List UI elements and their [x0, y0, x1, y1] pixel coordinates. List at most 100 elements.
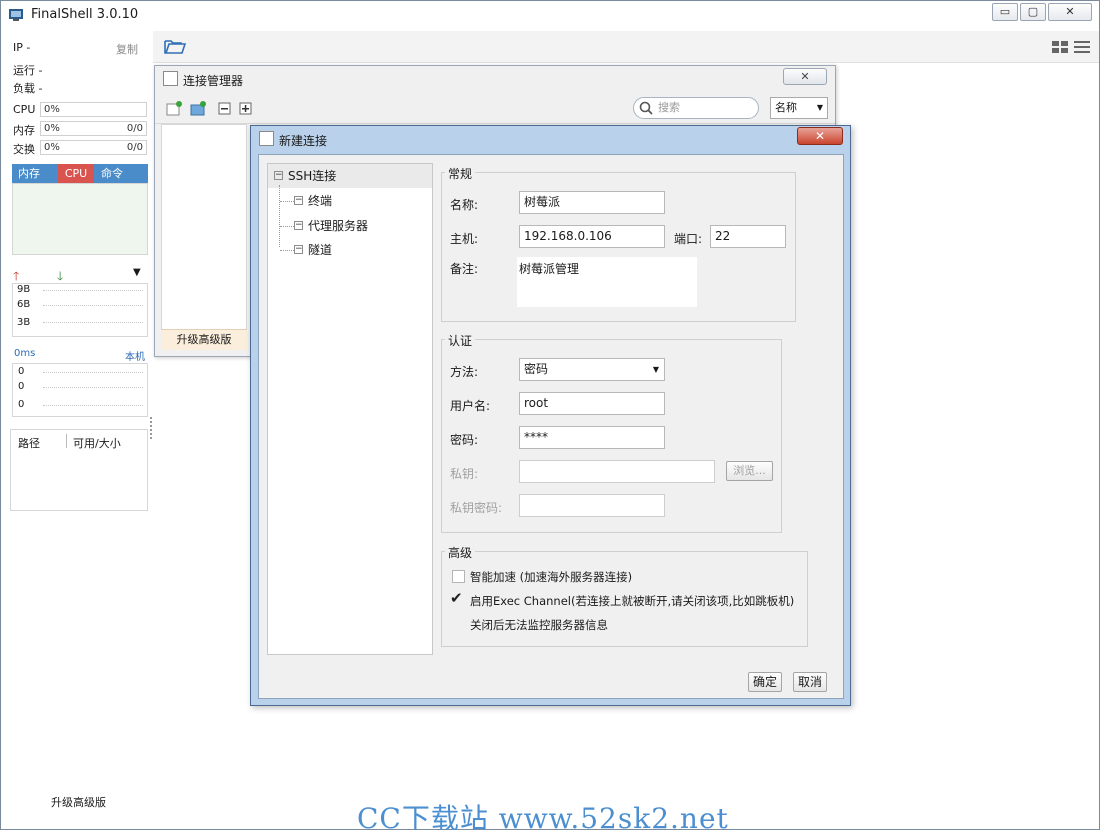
host-label[interactable]: 本机 — [125, 348, 145, 363]
method-value: 密码 — [524, 362, 549, 376]
latency-label: 0ms — [14, 348, 36, 359]
tab-cpu[interactable]: CPU — [58, 164, 94, 183]
host-field[interactable]: 192.168.0.106 — [519, 225, 665, 248]
exec-channel-note: 关闭后无法监控服务器信息 — [470, 618, 608, 632]
mem-value: 0% — [44, 123, 60, 134]
private-key-field[interactable] — [519, 460, 715, 483]
host-label: 主机: — [450, 232, 479, 246]
dialog-close-button[interactable]: ✕ — [797, 127, 843, 145]
title-bar: FinalShell 3.0.10 ▭ ▢ ✕ — [1, 1, 1099, 29]
connection-manager-close-button[interactable]: ✕ — [783, 68, 827, 85]
cm-upgrade-button[interactable]: 升级高级版 — [161, 329, 247, 350]
menu-icon[interactable] — [1074, 41, 1090, 54]
tree-item-ssh[interactable]: − SSH连接 — [268, 164, 432, 188]
collapse-icon[interactable]: − — [274, 171, 283, 180]
dialog-content: − SSH连接 − 终端 − 代理服务器 − 隧道 常规 名称: 树莓派 主机: 192… — [258, 154, 844, 699]
disk-table: 路径 可用/大小 — [10, 429, 148, 511]
ip-label: IP - — [13, 41, 31, 54]
gridline — [43, 305, 143, 306]
password-field[interactable]: **** — [519, 426, 665, 449]
new-file-icon[interactable] — [166, 101, 183, 116]
port-label: 端口: — [674, 232, 703, 246]
minimize-button[interactable]: ▭ — [992, 3, 1018, 21]
new-connection-dialog: 新建连接 ✕ − SSH连接 − 终端 − 代理服务器 − 隧道 常规 名称: … — [250, 125, 851, 706]
connection-list[interactable] — [161, 124, 247, 350]
port-field[interactable]: 22 — [710, 225, 786, 248]
resize-handle[interactable] — [150, 417, 153, 439]
tree-item-label: SSH连接 — [288, 169, 337, 183]
tree-item-label: 隧道 — [308, 243, 333, 257]
swap-meter: 0% 0/0 — [40, 140, 147, 155]
tree-item-terminal[interactable]: − 终端 — [268, 189, 332, 213]
latency-tick: 0 — [18, 366, 25, 377]
note-label: 备注: — [450, 262, 479, 276]
cpu-label: CPU — [13, 103, 36, 116]
auth-legend: 认证 — [445, 332, 476, 349]
close-icon: ✕ — [1065, 5, 1075, 18]
gridline — [43, 387, 143, 388]
search-icon — [639, 101, 653, 115]
smart-accel-checkbox[interactable] — [452, 570, 465, 583]
tab-memory[interactable]: 内存 — [14, 164, 44, 183]
latency-tick: 0 — [18, 381, 25, 392]
chevron-down-icon: ▼ — [816, 103, 823, 112]
folder-open-icon[interactable] — [164, 38, 186, 55]
tree-item-proxy[interactable]: − 代理服务器 — [268, 214, 368, 238]
exec-channel-label: 启用Exec Channel(若连接上就被断开,请关闭该项,比如跳板机) — [470, 594, 795, 608]
note-textarea[interactable]: 树莓派管理 — [517, 257, 697, 307]
expand-icon[interactable] — [239, 102, 252, 115]
close-icon: ✕ — [800, 70, 810, 83]
run-label: 运行 - — [13, 64, 43, 77]
general-legend: 常规 — [445, 165, 476, 182]
net-tick: 6B — [17, 299, 31, 310]
cpu-meter: 0% — [40, 102, 147, 117]
chevron-down-icon: ▼ — [652, 365, 659, 374]
main-toolbar — [153, 31, 1099, 63]
user-label: 用户名: — [450, 399, 491, 413]
tab-command[interactable]: 命令 — [97, 164, 127, 183]
settings-tree: − SSH连接 − 终端 − 代理服务器 − 隧道 — [267, 163, 433, 655]
gridline — [43, 290, 143, 291]
sort-value: 名称 — [775, 101, 797, 114]
chevron-down-icon[interactable]: ▼ — [133, 267, 141, 278]
network-graph: 9B 6B 3B — [12, 283, 148, 337]
swap-extra: 0/0 — [126, 142, 143, 153]
mem-label: 内存 — [13, 124, 35, 137]
upgrade-link[interactable]: 升级高级版 — [51, 794, 106, 810]
advanced-legend: 高级 — [445, 544, 476, 561]
monitor-graph — [12, 183, 148, 255]
key-password-label: 私钥密码: — [450, 501, 503, 515]
collapse-icon[interactable]: − — [294, 245, 303, 254]
maximize-button[interactable]: ▢ — [1020, 3, 1046, 21]
disk-header-size: 可用/大小 — [73, 437, 121, 450]
name-field[interactable]: 树莓派 — [519, 191, 665, 214]
grid-view-icon[interactable] — [1052, 41, 1068, 54]
private-key-label: 私钥: — [450, 467, 479, 481]
tree-item-tunnel[interactable]: − 隧道 — [268, 238, 332, 262]
minimize-icon: ▭ — [999, 5, 1011, 18]
close-button[interactable]: ✕ — [1048, 3, 1092, 21]
collapse-icon[interactable] — [218, 102, 231, 115]
new-folder-icon[interactable] — [190, 101, 207, 116]
ok-button[interactable]: 确定 — [748, 672, 782, 692]
method-select[interactable]: 密码 ▼ — [519, 358, 665, 381]
sort-select[interactable]: 名称 ▼ — [770, 97, 828, 119]
collapse-icon[interactable]: − — [294, 221, 303, 230]
maximize-icon: ▢ — [1027, 5, 1039, 18]
cpu-value: 0% — [44, 104, 60, 115]
collapse-icon[interactable]: − — [294, 196, 303, 205]
checkmark-icon[interactable]: ✔ — [450, 591, 465, 606]
gridline — [43, 322, 143, 323]
swap-value: 0% — [44, 142, 60, 153]
key-password-field[interactable] — [519, 494, 665, 517]
copy-button[interactable]: 复制 — [116, 41, 138, 57]
app-window: FinalShell 3.0.10 ▭ ▢ ✕ IP - 复制 运行 - 负载 … — [0, 0, 1100, 830]
mem-extra: 0/0 — [126, 123, 143, 134]
browse-button[interactable]: 浏览... — [726, 461, 773, 481]
tree-item-label: 终端 — [308, 194, 333, 208]
latency-graph: 0 0 0 — [12, 363, 148, 417]
username-field[interactable]: root — [519, 392, 665, 415]
java-icon — [259, 131, 274, 146]
cancel-button[interactable]: 取消 — [793, 672, 827, 692]
window-title: FinalShell 3.0.10 — [31, 7, 139, 22]
